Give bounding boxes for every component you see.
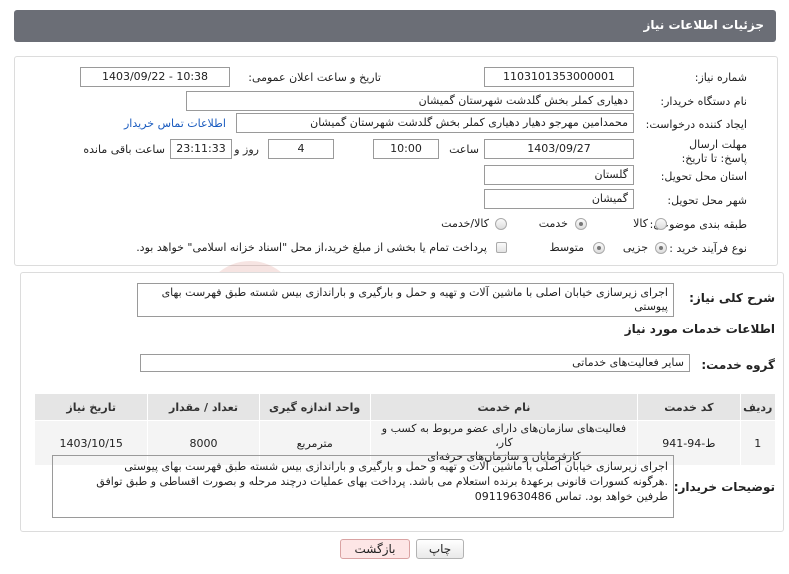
- services-section-title: اطلاعات خدمات مورد نیاز: [624, 322, 775, 336]
- treasury-payment-note: پرداخت تمام یا بخشی از مبلغ خرید،از محل …: [136, 241, 487, 254]
- buyer-notes-textarea[interactable]: اجرای زیرسازی خیابان اصلی با ماشین آلات …: [52, 455, 674, 518]
- announce-datetime-field[interactable]: 1403/09/22 - 10:38: [80, 67, 230, 87]
- buyer-contact-link[interactable]: اطلاعات تماس خریدار: [124, 117, 226, 130]
- back-button[interactable]: بازگشت: [340, 539, 410, 559]
- col-qty: تعداد / مقدار: [147, 393, 260, 421]
- deadline-date-field[interactable]: 1403/09/27: [484, 139, 634, 159]
- need-info-panel: [14, 56, 778, 266]
- need-number-label: شماره نیاز:: [694, 71, 747, 84]
- deadline-time-label: ساعت: [449, 143, 479, 156]
- city-field[interactable]: گمیشان: [484, 189, 634, 209]
- need-number-field[interactable]: 1103101353000001: [484, 67, 634, 87]
- summary-text: اجرای زیرسازی خیابان اصلی با ماشین آلات …: [161, 286, 668, 313]
- service-group-field[interactable]: سایر فعالیت‌های خدماتی: [140, 354, 690, 372]
- table-header-row: ردیف کد خدمت نام خدمت واحد اندازه گیری ت…: [33, 393, 777, 421]
- remaining-days-field[interactable]: 4: [268, 139, 334, 159]
- col-row: ردیف: [739, 393, 777, 421]
- announce-datetime-label: تاریخ و ساعت اعلان عمومی:: [248, 71, 381, 84]
- process-option-medium: متوسط: [549, 241, 584, 254]
- deadline-time-field[interactable]: 10:00: [373, 139, 439, 159]
- city-label: شهر محل تحویل:: [667, 194, 747, 207]
- page-title: جزئیات اطلاعات نیاز: [643, 18, 764, 32]
- category-radio-goods[interactable]: [655, 218, 667, 230]
- province-field[interactable]: گلستان: [484, 165, 634, 185]
- category-radio-service[interactable]: [575, 218, 587, 230]
- col-code: کد خدمت: [637, 393, 741, 421]
- province-label: استان محل تحویل:: [660, 170, 747, 183]
- summary-textarea[interactable]: اجرای زیرسازی خیابان اصلی با ماشین آلات …: [137, 283, 674, 317]
- page-header: جزئیات اطلاعات نیاز: [14, 10, 776, 42]
- process-option-minor: جزیی: [622, 241, 648, 254]
- print-button[interactable]: چاپ: [416, 539, 464, 559]
- cell-name-line1: فعالیت‌های سازمان‌های دارای عضو مربوط به…: [381, 422, 627, 449]
- process-radio-minor[interactable]: [655, 242, 667, 254]
- cell-row: 1: [739, 420, 777, 466]
- remaining-time-field[interactable]: 23:11:33: [170, 139, 232, 159]
- buyer-org-label: نام دستگاه خریدار:: [660, 95, 747, 108]
- deadline-label: مهلت ارسال پاسخ: تا تاریخ:: [681, 138, 747, 165]
- days-label: روز و: [234, 143, 259, 156]
- buyer-org-field[interactable]: دهیاری کملر بخش گلدشت شهرستان گمیشان: [186, 91, 634, 111]
- buyer-notes-line1: اجرای زیرسازی خیابان اصلی با ماشین آلات …: [124, 460, 668, 473]
- buyer-notes-label: توضیحات خریدار:: [673, 480, 775, 494]
- summary-label: شرح کلی نیاز:: [689, 291, 775, 305]
- service-group-label: گروه خدمت:: [701, 358, 775, 372]
- process-label: نوع فرآیند خرید :: [669, 242, 747, 255]
- category-radio-goods-service[interactable]: [495, 218, 507, 230]
- buyer-notes-line3: طرفین خواهد بود. تماس 09119630486: [474, 490, 668, 503]
- col-unit: واحد اندازه گیری: [258, 393, 371, 421]
- category-option-goods: کالا: [633, 217, 648, 230]
- col-date: تاریخ نیاز: [33, 393, 149, 421]
- creator-field[interactable]: محمدامین مهرجو دهیار دهیاری کملر بخش گلد…: [236, 113, 634, 133]
- remaining-label: ساعت باقی مانده: [83, 143, 165, 156]
- treasury-payment-checkbox[interactable]: [496, 242, 507, 253]
- creator-label: ایجاد کننده درخواست:: [645, 118, 747, 131]
- process-radio-medium[interactable]: [593, 242, 605, 254]
- col-name: نام خدمت: [369, 393, 639, 421]
- buyer-notes-line2: .هرگونه کسورات قانونی برعهدهٔ برنده استع…: [96, 475, 668, 488]
- category-option-service: خدمت: [538, 217, 568, 230]
- category-option-goods-service: کالا/خدمت: [441, 217, 489, 230]
